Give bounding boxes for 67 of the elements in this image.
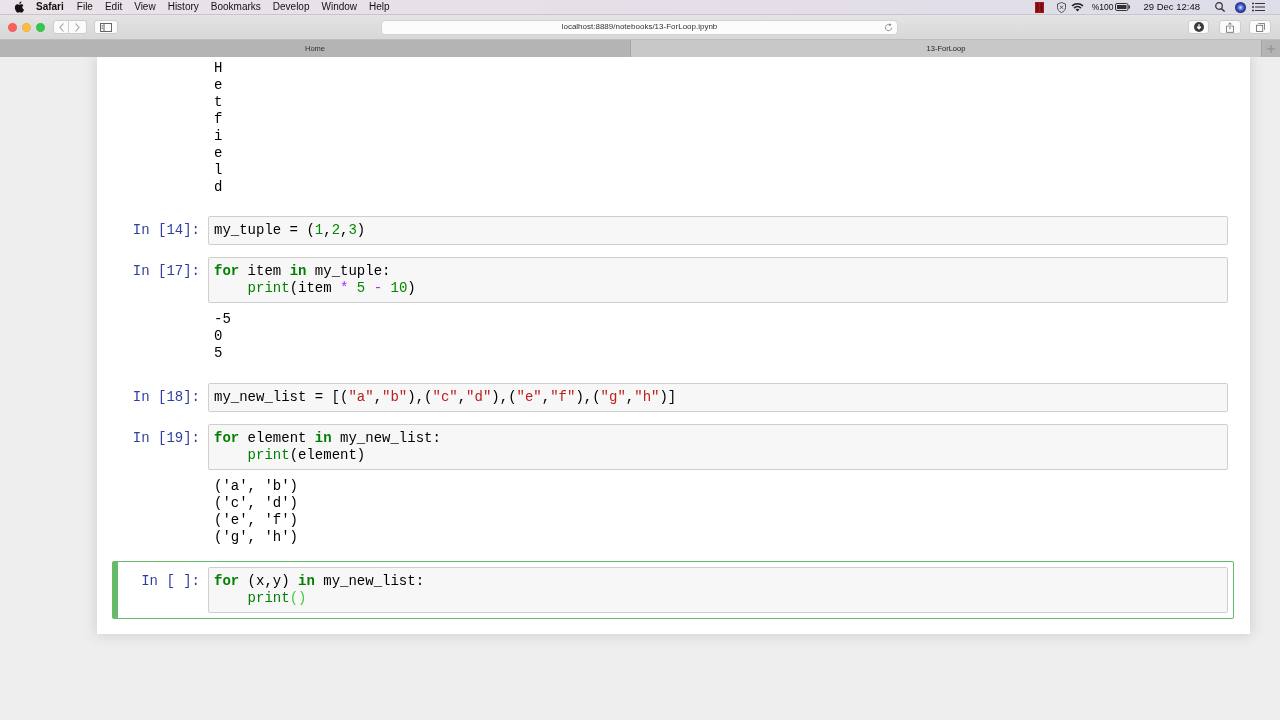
output-line: l — [214, 162, 223, 179]
battery-icon[interactable] — [1115, 3, 1131, 11]
search-icon[interactable] — [1215, 2, 1225, 12]
code-line: print(element) — [246, 447, 366, 464]
download-icon — [1193, 22, 1204, 32]
orb-icon[interactable] — [1235, 1, 1246, 13]
output-line: e — [214, 77, 223, 94]
list-icon[interactable] — [1252, 2, 1265, 12]
input-prompt: In [17]: — [132, 263, 200, 279]
code-line: my_tuple = (1,2,3) — [214, 222, 366, 239]
output-line: 5 — [214, 345, 223, 362]
selected-cell[interactable]: In [ ]: for (x,y) in my_new_list: print() — [112, 561, 1234, 619]
output-line: i — [214, 128, 223, 145]
wifi-icon[interactable] — [1070, 2, 1084, 12]
output-line: ('e', 'f') — [214, 512, 298, 529]
input-prompt: In [14]: — [132, 222, 200, 238]
square-icon[interactable] — [1034, 1, 1044, 13]
code-editor[interactable]: for (x,y) in my_new_list: print() — [208, 567, 1228, 613]
sidebar-icon — [100, 22, 112, 32]
code-line: for item in my_tuple: — [214, 263, 391, 280]
output-line: d — [214, 179, 223, 196]
code-editor[interactable]: for element in my_new_list: print(element) — [208, 424, 1228, 470]
output-line: -5 — [214, 311, 231, 328]
input-prompt: In [19]: — [132, 430, 200, 446]
output-line: t — [214, 94, 223, 111]
output-line: ('g', 'h') — [214, 529, 298, 546]
code-line: for (x,y) in my_new_list: — [214, 573, 425, 590]
plus-icon — [1267, 44, 1275, 53]
share-button[interactable] — [1219, 20, 1241, 34]
output-line: H — [214, 60, 223, 77]
tabs-button[interactable] — [1249, 20, 1271, 34]
output-line: e — [214, 145, 223, 162]
menu-item[interactable]: Window — [321, 2, 358, 12]
battery-percent[interactable]: %100 — [1091, 2, 1114, 12]
menu-item[interactable]: Help — [369, 2, 390, 12]
url-text: localhost:8889/notebooks/13-ForLoop.ipynb — [560, 21, 719, 33]
menu-item[interactable]: Bookmarks — [210, 2, 261, 12]
output-line: 0 — [214, 328, 223, 345]
code-line: for element in my_new_list: — [214, 430, 441, 447]
sidebar-button[interactable] — [94, 20, 118, 34]
input-prompt: In [18]: — [132, 389, 200, 405]
input-prompt: In [ ]: — [141, 573, 200, 589]
reload-icon[interactable] — [884, 22, 893, 32]
code-line: print() — [246, 590, 307, 607]
menu-item[interactable]: File — [76, 2, 93, 12]
download-button[interactable] — [1188, 20, 1209, 34]
output-line: ('a', 'b') — [214, 478, 298, 495]
app-menu[interactable]: Safari — [36, 2, 64, 12]
menu-item[interactable]: History — [167, 2, 199, 12]
output-line: f — [214, 111, 223, 128]
chevron-left-icon — [58, 22, 64, 32]
output-line: ('c', 'd') — [214, 495, 298, 512]
code-editor[interactable]: my_new_list = [("a","b"),("c","d"),("e","f"),("g","h")] — [208, 383, 1228, 412]
address-field[interactable]: localhost:8889/notebooks/13-ForLoop.ipynb — [381, 19, 898, 35]
menu-item[interactable]: View — [134, 2, 156, 12]
code-line: print(item * 5 - 10) — [246, 280, 416, 297]
menu-item[interactable]: Develop — [272, 2, 310, 12]
code-editor[interactable]: my_tuple = (1,2,3) — [208, 216, 1228, 245]
code-editor[interactable]: for item in my_tuple: print(item * 5 - 10) — [208, 257, 1228, 303]
chevron-right-icon — [75, 22, 80, 32]
menu-item[interactable]: Edit — [104, 2, 123, 12]
share-icon — [1226, 21, 1234, 33]
tabs-icon — [1255, 22, 1265, 32]
clock-text[interactable]: 29 Dec 12:48 — [1143, 2, 1200, 12]
apple-icon[interactable] — [14, 1, 24, 13]
shield-icon[interactable] — [1056, 1, 1066, 13]
code-line: my_new_list = [("a","b"),("c","d"),("e","f"),("g","h")] — [214, 389, 677, 406]
